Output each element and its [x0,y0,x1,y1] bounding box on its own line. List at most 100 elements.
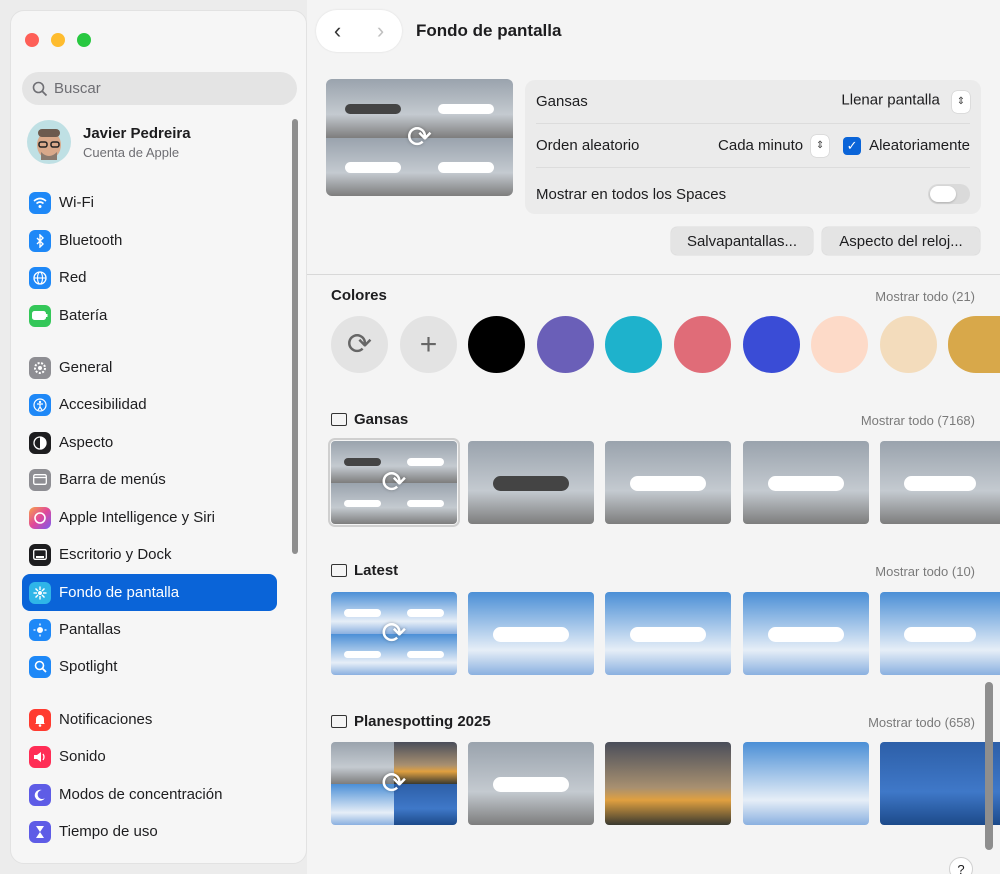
folder-icon [331,413,347,426]
interval-value: Cada minuto [718,137,804,154]
order-label: Orden aleatorio [536,137,640,154]
apple-account[interactable]: Javier Pedreira Cuenta de Apple [27,120,191,164]
color-swatch[interactable] [468,316,525,373]
all-spaces-toggle[interactable] [928,184,970,204]
sidebar-item-fondo-pantalla[interactable]: Fondo de pantalla [22,574,277,611]
account-subtitle: Cuenta de Apple [83,144,180,160]
sidebar-item-tiempo-uso[interactable]: Tiempo de uso [22,813,277,850]
all-spaces-label: Mostrar en todos los Spaces [536,185,727,203]
show-all-gansas-link[interactable]: Mostrar todo (7168) [861,413,975,428]
search-input[interactable]: Buscar [22,72,297,105]
sidebar-item-wifi[interactable]: Wi-Fi [22,184,277,221]
sidebar-item-label: Pantallas [59,621,121,638]
section-label: Gansas [354,411,409,428]
sidebar-item-bateria[interactable]: Batería [22,297,277,334]
wallpaper-thumbnail[interactable] [880,441,1000,524]
search-icon [32,81,48,96]
random-checkbox[interactable]: ✓ Aleatoriamente [843,136,970,155]
wallpaper-thumbnail[interactable] [605,742,731,825]
color-swatch[interactable] [674,316,731,373]
wallpaper-thumbnail[interactable] [743,441,869,524]
show-all-planespotting-link[interactable]: Mostrar todo (658) [868,715,975,730]
section-title-colores: Colores [331,287,387,304]
cycle-icon: ⟳ [381,767,407,800]
help-button[interactable]: ? [949,857,973,874]
sidebar-item-bluetooth[interactable]: Bluetooth [22,222,277,259]
color-swatch[interactable] [948,316,1000,373]
wallpaper-settings: Gansas Llenar pantalla ⇕ Orden aleatorio… [525,80,981,214]
close-window-button[interactable] [25,33,39,47]
wallpaper-thumbnail[interactable] [743,742,869,825]
sidebar-item-spotlight[interactable]: Spotlight [22,648,277,685]
wallpaper-thumbnail[interactable] [880,742,1000,825]
wallpaper-preview: ⟳ [326,79,513,196]
wallpaper-thumbnail-shuffle[interactable]: ⟳ [328,438,460,527]
fill-mode-value: Llenar pantalla [841,91,940,108]
chevron-updown-icon: ⇕ [952,90,970,113]
wallpaper-thumbnail[interactable] [605,441,731,524]
forward-button[interactable]: › [377,18,384,44]
sidebar-item-modos-concentracion[interactable]: Modos de concentración [22,776,277,813]
interval-select[interactable]: Cada minuto ⇕ [718,134,830,157]
appearance-icon [29,431,51,454]
sidebar-item-label: Apple Intelligence y Siri [59,509,215,526]
cycle-icon: ⟳ [346,328,373,361]
cycle-icon: ⟳ [381,617,407,650]
clock-appearance-button[interactable]: Aspecto del reloj... [822,227,980,255]
sidebar-item-label: Bluetooth [59,232,123,249]
sidebar-item-general[interactable]: General [22,349,277,386]
main-scrollbar[interactable] [985,682,993,850]
album-row: Gansas Llenar pantalla ⇕ [536,80,970,124]
color-swatch[interactable] [880,316,937,373]
color-swatch[interactable] [811,316,868,373]
wallpaper-thumbnail[interactable] [468,742,594,825]
wallpaper-thumbnail[interactable] [605,592,731,675]
back-button[interactable]: ‹ [334,18,341,44]
sidebar-item-label: Aspecto [59,434,114,451]
sidebar-item-aspecto[interactable]: Aspecto [22,424,277,461]
wallpaper-thumbnail[interactable] [743,592,869,675]
add-color-button[interactable]: + [400,316,457,373]
sidebar-item-red[interactable]: Red [22,259,277,296]
sidebar-item-label: Tiempo de uso [59,823,158,840]
cycle-icon: ⟳ [381,466,407,499]
divider [307,274,1000,275]
sidebar-item-label: Wi-Fi [59,194,94,211]
color-swatch[interactable] [605,316,662,373]
zoom-window-button[interactable] [77,33,91,47]
wallpaper-thumbnail-shuffle[interactable]: ⟳ [331,592,457,675]
color-swatch[interactable] [743,316,800,373]
screensaver-button[interactable]: Salvapantallas... [671,227,813,255]
wifi-icon [29,191,51,214]
sidebar-item-apple-intelligence[interactable]: Apple Intelligence y Siri [22,499,277,536]
wallpaper-thumbnail[interactable] [468,441,594,524]
show-all-latest-link[interactable]: Mostrar todo (10) [875,564,975,579]
minimize-window-button[interactable] [51,33,65,47]
plus-icon: + [419,327,438,361]
section-label: Planespotting 2025 [354,713,491,730]
sidebar-scrollbar[interactable] [292,119,298,554]
sidebar-item-pantallas[interactable]: Pantallas [22,611,277,648]
sidebar-item-label: Notificaciones [59,711,153,728]
wallpaper-icon [29,581,51,604]
sidebar-item-sonido[interactable]: Sonido [22,738,277,775]
bluetooth-icon [29,229,51,252]
spotlight-icon [29,655,51,678]
dock-icon [29,543,51,566]
sidebar-item-barra-menus[interactable]: Barra de menús [22,461,277,498]
wallpaper-thumbnail[interactable] [880,592,1000,675]
color-swatch[interactable] [537,316,594,373]
sidebar-item-escritorio-dock[interactable]: Escritorio y Dock [22,536,277,573]
wallpaper-thumbnail-shuffle[interactable]: ⟳ [331,742,457,825]
fill-mode-select[interactable]: Llenar pantalla ⇕ [841,90,970,113]
accessibility-icon [29,393,51,416]
wallpaper-thumbnail[interactable] [468,592,594,675]
sidebar-item-label: Accesibilidad [59,396,147,413]
chevron-updown-icon: ⇕ [811,134,830,157]
show-all-colores-link[interactable]: Mostrar todo (21) [875,289,975,304]
sidebar-item-notificaciones[interactable]: Notificaciones [22,701,277,738]
dynamic-color-swatch[interactable]: ⟳ [331,316,388,373]
globe-icon [29,266,51,289]
sidebar-item-accesibilidad[interactable]: Accesibilidad [22,386,277,423]
hourglass-icon [29,820,51,843]
